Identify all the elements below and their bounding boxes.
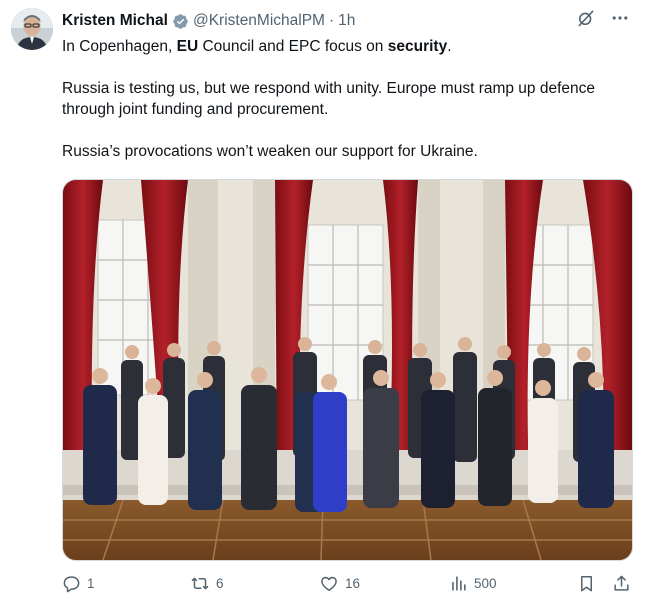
author-name[interactable]: Kristen Michal bbox=[62, 12, 168, 30]
share-button[interactable] bbox=[612, 574, 631, 593]
tweet-photo[interactable] bbox=[62, 179, 633, 561]
avatar-photo bbox=[11, 8, 53, 50]
bookmark-icon bbox=[580, 576, 593, 592]
view-count: 500 bbox=[474, 576, 497, 591]
author-handle[interactable]: @KristenMichalPM bbox=[193, 12, 325, 30]
header-actions bbox=[576, 8, 630, 28]
timestamp[interactable]: 1h bbox=[338, 12, 355, 30]
tweet-text: In Copenhagen, EU Council and EPC focus … bbox=[62, 36, 632, 162]
text-bold-eu: EU bbox=[176, 38, 199, 55]
views-button[interactable]: 500 bbox=[449, 574, 497, 593]
group-photo bbox=[63, 180, 632, 560]
bookmark-button[interactable] bbox=[577, 574, 596, 593]
avatar[interactable] bbox=[11, 8, 53, 50]
like-button[interactable]: 16 bbox=[319, 574, 360, 593]
tweet-paragraph-2: Russia is testing us, but we respond wit… bbox=[62, 80, 596, 118]
reply-icon bbox=[63, 576, 80, 593]
repost-icon bbox=[191, 577, 209, 590]
tweet-paragraph-1: In Copenhagen, EU Council and EPC focus … bbox=[62, 36, 632, 57]
tweet-actions: 1 6 16 500 bbox=[62, 574, 634, 596]
text-bold-security: security bbox=[387, 38, 448, 55]
like-icon bbox=[321, 576, 337, 591]
reply-button[interactable]: 1 bbox=[62, 574, 95, 593]
views-icon bbox=[452, 576, 466, 591]
repost-count: 6 bbox=[216, 576, 224, 591]
text-segment: Council and EPC focus on bbox=[198, 38, 388, 55]
text-segment: In Copenhagen, bbox=[62, 38, 177, 55]
more-icon[interactable] bbox=[610, 8, 630, 28]
repost-button[interactable]: 6 bbox=[190, 574, 224, 593]
grok-icon[interactable] bbox=[576, 8, 596, 28]
tweet-header: Kristen Michal @KristenMichalPM · 1h bbox=[62, 10, 626, 32]
separator-dot: · bbox=[328, 12, 335, 29]
tweet[interactable]: Kristen Michal @KristenMichalPM · 1h In … bbox=[0, 0, 646, 611]
reply-count: 1 bbox=[87, 576, 95, 591]
like-count: 16 bbox=[345, 576, 361, 591]
text-segment: . bbox=[447, 38, 452, 55]
tweet-paragraph-3: Russia’s provocations won’t weaken our s… bbox=[62, 143, 478, 160]
verified-badge-icon[interactable] bbox=[172, 13, 189, 30]
share-icon bbox=[614, 575, 629, 591]
